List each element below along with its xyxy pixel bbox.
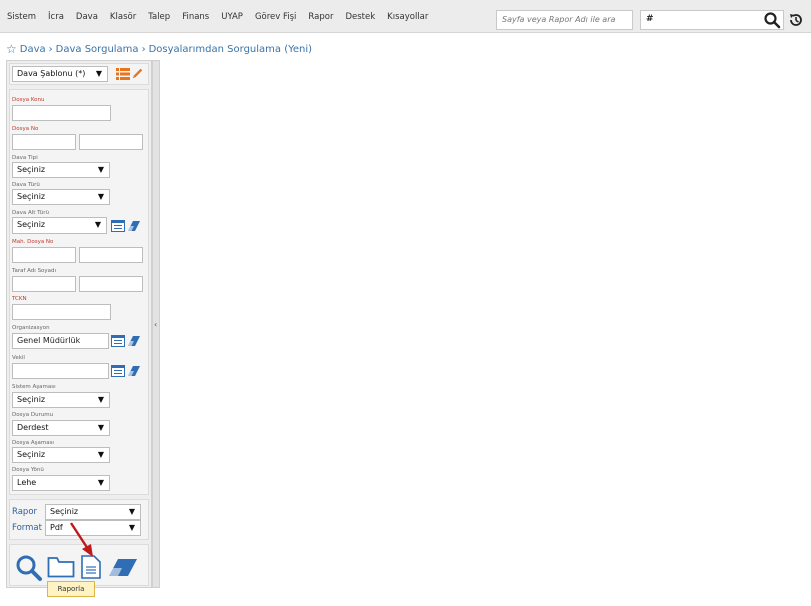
eraser-icon[interactable]: [127, 365, 141, 377]
list-picker-icon[interactable]: [111, 365, 125, 377]
label-sistem-asamasi: Sistem Aşaması: [12, 384, 56, 390]
taraf-soyadi-input[interactable]: [79, 276, 143, 292]
organizasyon-input[interactable]: Genel Müdürlük: [12, 333, 109, 349]
menu-item-kisayollar[interactable]: Kısayollar: [387, 12, 428, 22]
breadcrumb-dava-sorgulama[interactable]: Dava Sorgulama: [56, 44, 139, 55]
dosya-no-number-input[interactable]: [79, 134, 143, 150]
dosya-asamasi-select[interactable]: Seçiniz ▼: [12, 447, 110, 463]
label-dava-tipi: Dava Tipi: [12, 155, 38, 161]
dropdown-arrow-icon: ▼: [97, 450, 104, 459]
dropdown-arrow-icon: ▼: [128, 523, 135, 532]
format-label: Format: [12, 523, 42, 533]
label-dosya-yonu: Dosya Yönü: [12, 467, 44, 473]
eraser-icon[interactable]: [127, 220, 141, 232]
menu-item-dava[interactable]: Dava: [76, 12, 98, 22]
breadcrumb-separator: ›: [48, 43, 53, 55]
history-icon[interactable]: [788, 12, 804, 28]
menu-item-klasor[interactable]: Klasör: [110, 12, 136, 22]
label-dava-turu: Dava Türü: [12, 182, 40, 188]
search-icon[interactable]: [763, 11, 781, 29]
template-select[interactable]: Dava Şablonu (*) ▼: [12, 66, 108, 82]
dava-turu-select[interactable]: Seçiniz ▼: [12, 189, 110, 205]
dropdown-arrow-icon: ▼: [97, 395, 104, 404]
dosya-no-year-input[interactable]: [12, 134, 76, 150]
menu-item-sistem[interactable]: Sistem: [7, 12, 36, 22]
dava-tipi-select[interactable]: Seçiniz ▼: [12, 162, 110, 178]
vekil-input[interactable]: [12, 363, 109, 379]
dava-alt-turu-select[interactable]: Seçiniz ▼: [12, 217, 107, 234]
breadcrumb: ☆ Dava › Dava Sorgulama › Dosyalarımdan …: [6, 42, 312, 56]
sistem-asamasi-select[interactable]: Seçiniz ▼: [12, 392, 110, 408]
eraser-icon[interactable]: [108, 557, 138, 577]
favorite-star-icon[interactable]: ☆: [6, 42, 17, 56]
label-dava-alt-turu: Dava Alt Türü: [12, 210, 50, 216]
label-mah-dosya-no: Mah. Dosya No: [12, 239, 54, 245]
chevron-left-icon: ‹: [154, 320, 158, 329]
breadcrumb-separator: ›: [141, 43, 146, 55]
dosya-konu-input[interactable]: [12, 105, 111, 121]
rapor-label: Rapor: [12, 507, 38, 517]
label-dosya-no: Dosya No: [12, 126, 39, 132]
dropdown-arrow-icon: ▼: [97, 165, 104, 174]
dropdown-arrow-icon: ▼: [95, 69, 102, 78]
dropdown-arrow-icon: ▼: [97, 423, 104, 432]
menu-item-finans[interactable]: Finans: [182, 12, 209, 22]
breadcrumb-dava[interactable]: Dava: [20, 44, 46, 55]
menu-item-destek[interactable]: Destek: [345, 12, 375, 22]
menu-item-gorev-fisi[interactable]: Görev Fişi: [255, 12, 296, 22]
label-tckn: TCKN: [12, 296, 27, 302]
dropdown-arrow-icon: ▼: [97, 192, 104, 201]
main-menu: Sistem İcra Dava Klasör Talep Finans UYA…: [7, 0, 440, 33]
dropdown-arrow-icon: ▼: [94, 220, 101, 229]
label-vekil: Vekil: [12, 355, 25, 361]
list-picker-icon[interactable]: [111, 335, 125, 347]
label-dosya-durumu: Dosya Durumu: [12, 412, 54, 418]
menu-item-icra[interactable]: İcra: [48, 12, 64, 22]
menu-item-uyap[interactable]: UYAP: [221, 12, 243, 22]
dosya-yonu-select[interactable]: Lehe ▼: [12, 475, 110, 491]
dosya-durumu-select[interactable]: Derdest ▼: [12, 420, 110, 436]
breadcrumb-current-page: Dosyalarımdan Sorgulama (Yeni): [148, 43, 313, 55]
sidebar-collapse-bar[interactable]: ‹: [152, 60, 160, 588]
mah-dosya-no-number-input[interactable]: [79, 247, 143, 263]
label-dosya-konu: Dosya Konu: [12, 97, 45, 103]
search-icon[interactable]: [15, 554, 43, 582]
dropdown-arrow-icon: ▼: [128, 507, 135, 516]
taraf-adi-input[interactable]: [12, 276, 76, 292]
label-organizasyon: Organizasyon: [12, 325, 50, 331]
menu-item-rapor[interactable]: Rapor: [308, 12, 333, 22]
page-report-search-input[interactable]: Sayfa veya Rapor Adı ile ara: [496, 10, 633, 30]
eraser-icon[interactable]: [127, 335, 141, 347]
rapor-select[interactable]: Seçiniz ▼: [45, 504, 141, 520]
list-picker-icon[interactable]: [111, 220, 125, 232]
pencil-edit-icon[interactable]: [131, 67, 145, 79]
mah-dosya-no-year-input[interactable]: [12, 247, 76, 263]
folder-icon[interactable]: [47, 556, 75, 578]
label-dosya-asamasi: Dosya Aşaması: [12, 440, 54, 446]
menu-item-talep[interactable]: Talep: [148, 12, 170, 22]
top-menu-bar: Sistem İcra Dava Klasör Talep Finans UYA…: [0, 0, 811, 33]
tckn-input[interactable]: [12, 304, 111, 320]
list-icon[interactable]: [116, 68, 130, 80]
dropdown-arrow-icon: ▼: [97, 478, 104, 487]
label-taraf-adi-soyadi: Taraf Adı Soyadı: [12, 268, 57, 274]
tooltip: Raporla: [47, 581, 95, 597]
annotation-arrow-icon: [69, 522, 93, 557]
